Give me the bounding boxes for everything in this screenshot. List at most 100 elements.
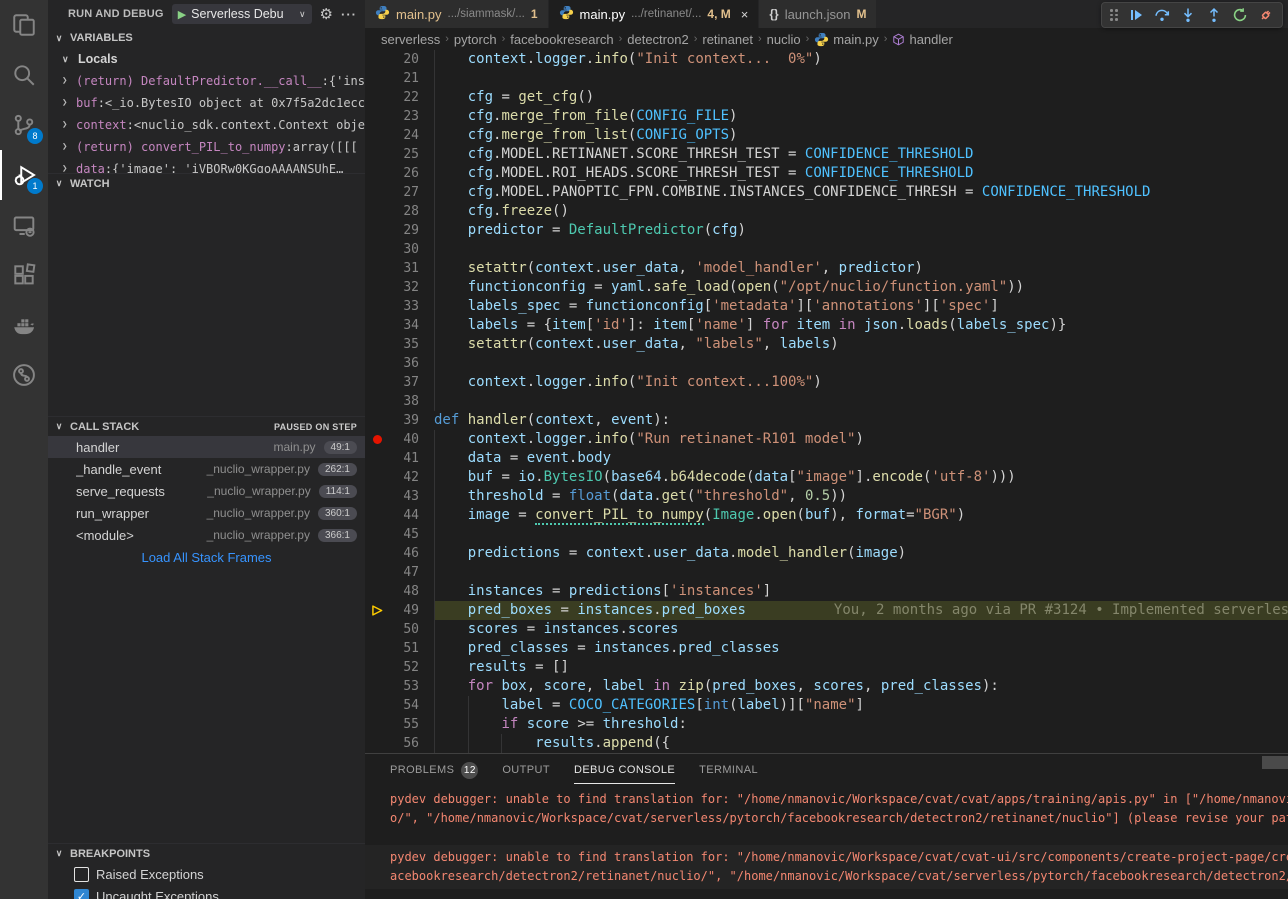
breakpoint-gutter[interactable] bbox=[365, 278, 389, 297]
variable-row-(return) convert_PIL_to_numpy[interactable]: ❯(return) convert_PIL_to_numpy: array([[… bbox=[48, 136, 365, 158]
current-line-arrow-icon[interactable] bbox=[365, 601, 389, 620]
stack-frame-_handle_event[interactable]: _handle_event_nuclio_wrapper.py262:1 bbox=[48, 458, 365, 480]
breakpoint-gutter[interactable] bbox=[365, 582, 389, 601]
breadcrumb-item-nuclio[interactable]: nuclio bbox=[767, 32, 801, 47]
breakpoint-icon[interactable] bbox=[365, 430, 389, 449]
breakpoint-gutter[interactable] bbox=[365, 316, 389, 335]
breakpoint-gutter[interactable] bbox=[365, 696, 389, 715]
chevron-right-icon[interactable]: ❯ bbox=[62, 142, 76, 152]
start-debug-icon[interactable]: ▶ bbox=[178, 8, 186, 21]
code-line-51[interactable]: 51pred_classes = instances.pred_classes bbox=[365, 639, 1288, 658]
code-line-48[interactable]: 48instances = predictions['instances'] bbox=[365, 582, 1288, 601]
breakpoint-gutter[interactable] bbox=[365, 164, 389, 183]
breakpoint-gutter[interactable] bbox=[365, 335, 389, 354]
breadcrumb-item-handler[interactable]: handler bbox=[892, 32, 952, 47]
code-line-20[interactable]: 20context.logger.info("Init context... 0… bbox=[365, 50, 1288, 69]
remote-explorer-icon[interactable] bbox=[0, 200, 48, 250]
breakpoint-gutter[interactable] bbox=[365, 354, 389, 373]
watch-header[interactable]: ∨ WATCH bbox=[48, 173, 365, 193]
breakpoint-gutter[interactable] bbox=[365, 50, 389, 69]
code-line-55[interactable]: 55if score >= threshold: bbox=[365, 715, 1288, 734]
step-into-button[interactable] bbox=[1176, 4, 1200, 26]
variable-row-(return) DefaultPredictor.__call__[interactable]: ❯(return) DefaultPredictor.__call__: {'i… bbox=[48, 70, 365, 92]
breadcrumb-item-pytorch[interactable]: pytorch bbox=[454, 32, 497, 47]
breakpoint-gutter[interactable] bbox=[365, 411, 389, 430]
toolbar-drag-handle[interactable] bbox=[1110, 9, 1118, 21]
stack-frame-handler[interactable]: handlermain.py49:1 bbox=[48, 436, 365, 458]
variable-row-buf[interactable]: ❯buf: <_io.BytesIO object at 0x7f5a2dc1e… bbox=[48, 92, 365, 114]
step-over-button[interactable] bbox=[1150, 4, 1174, 26]
code-line-22[interactable]: 22cfg = get_cfg() bbox=[365, 88, 1288, 107]
breakpoint-gutter[interactable] bbox=[365, 392, 389, 411]
panel-tab-debug-console[interactable]: DEBUG CONSOLE bbox=[574, 754, 675, 784]
code-line-56[interactable]: 56results.append({ bbox=[365, 734, 1288, 753]
code-line-54[interactable]: 54label = COCO_CATEGORIES[int(label)]["n… bbox=[365, 696, 1288, 715]
chevron-right-icon[interactable]: ❯ bbox=[62, 120, 76, 130]
code-line-30[interactable]: 30 bbox=[365, 240, 1288, 259]
code-line-23[interactable]: 23cfg.merge_from_file(CONFIG_FILE) bbox=[365, 107, 1288, 126]
code-line-42[interactable]: 42buf = io.BytesIO(base64.b64decode(data… bbox=[365, 468, 1288, 487]
docker-icon[interactable] bbox=[0, 300, 48, 350]
call-stack-header[interactable]: ∨ CALL STACK PAUSED ON STEP bbox=[48, 416, 365, 436]
code-line-36[interactable]: 36 bbox=[365, 354, 1288, 373]
breakpoint-gutter[interactable] bbox=[365, 658, 389, 677]
stack-frame-run_wrapper[interactable]: run_wrapper_nuclio_wrapper.py360:1 bbox=[48, 502, 365, 524]
editor-tab-main.py.../siammask/...[interactable]: main.py.../siammask/...1 bbox=[365, 0, 549, 28]
breadcrumb-item-retinanet[interactable]: retinanet bbox=[702, 32, 753, 47]
editor-tab-launch.json[interactable]: {}launch.jsonM bbox=[759, 0, 877, 28]
breakpoint-gutter[interactable] bbox=[365, 259, 389, 278]
code-line-37[interactable]: 37context.logger.info("Init context...10… bbox=[365, 373, 1288, 392]
code-line-24[interactable]: 24cfg.merge_from_list(CONFIG_OPTS) bbox=[365, 126, 1288, 145]
debug-config-dropdown[interactable]: ▶ Serverless Debu ∨ bbox=[172, 4, 312, 24]
breakpoint-option-Uncaught Exceptions[interactable]: ✓Uncaught Exceptions bbox=[48, 885, 365, 899]
breadcrumb-item-serverless[interactable]: serverless bbox=[381, 32, 440, 47]
breakpoint-gutter[interactable] bbox=[365, 487, 389, 506]
code-line-32[interactable]: 32functionconfig = yaml.safe_load(open("… bbox=[365, 278, 1288, 297]
breakpoint-gutter[interactable] bbox=[365, 240, 389, 259]
code-line-26[interactable]: 26cfg.MODEL.ROI_HEADS.SCORE_THRESH_TEST … bbox=[365, 164, 1288, 183]
search-icon[interactable] bbox=[0, 50, 48, 100]
code-line-25[interactable]: 25cfg.MODEL.RETINANET.SCORE_THRESH_TEST … bbox=[365, 145, 1288, 164]
chevron-right-icon[interactable]: ❯ bbox=[62, 76, 76, 86]
code-line-31[interactable]: 31setattr(context.user_data, 'model_hand… bbox=[365, 259, 1288, 278]
code-line-46[interactable]: 46predictions = context.user_data.model_… bbox=[365, 544, 1288, 563]
breakpoint-gutter[interactable] bbox=[365, 202, 389, 221]
chevron-right-icon[interactable]: ❯ bbox=[62, 164, 76, 173]
run-and-debug-icon[interactable]: 1 bbox=[0, 150, 48, 200]
breakpoints-header[interactable]: ∨ BREAKPOINTS bbox=[48, 843, 365, 863]
code-line-52[interactable]: 52results = [] bbox=[365, 658, 1288, 677]
gear-icon[interactable]: ⚙ bbox=[320, 7, 333, 22]
disconnect-button[interactable] bbox=[1254, 4, 1278, 26]
git-graph-icon[interactable] bbox=[0, 350, 48, 400]
code-line-41[interactable]: 41data = event.body bbox=[365, 449, 1288, 468]
more-actions-icon[interactable]: ··· bbox=[341, 8, 357, 21]
restart-button[interactable] bbox=[1228, 4, 1252, 26]
breakpoint-gutter[interactable] bbox=[365, 620, 389, 639]
breakpoint-gutter[interactable] bbox=[365, 639, 389, 658]
breakpoint-gutter[interactable] bbox=[365, 183, 389, 202]
chevron-right-icon[interactable]: ❯ bbox=[62, 98, 76, 108]
breakpoint-gutter[interactable] bbox=[365, 715, 389, 734]
code-line-38[interactable]: 38 bbox=[365, 392, 1288, 411]
stack-frame-serve_requests[interactable]: serve_requests_nuclio_wrapper.py114:1 bbox=[48, 480, 365, 502]
code-line-33[interactable]: 33labels_spec = functionconfig['metadata… bbox=[365, 297, 1288, 316]
breakpoint-gutter[interactable] bbox=[365, 69, 389, 88]
variables-header[interactable]: ∨ VARIABLES bbox=[48, 28, 365, 48]
editor-tab-main.py.../retinanet/...[interactable]: main.py.../retinanet/...4, M× bbox=[549, 0, 760, 28]
variable-row-context[interactable]: ❯context: <nuclio_sdk.context.Context ob… bbox=[48, 114, 365, 136]
breakpoint-gutter[interactable] bbox=[365, 525, 389, 544]
panel-tab-terminal[interactable]: TERMINAL bbox=[699, 754, 758, 784]
load-all-stack-frames-link[interactable]: Load All Stack Frames bbox=[48, 546, 365, 568]
code-editor[interactable]: 20context.logger.info("Init context... 0… bbox=[365, 50, 1288, 753]
breakpoint-gutter[interactable] bbox=[365, 126, 389, 145]
code-line-21[interactable]: 21 bbox=[365, 69, 1288, 88]
code-line-34[interactable]: 34labels = {item['id']: item['name'] for… bbox=[365, 316, 1288, 335]
breakpoint-gutter[interactable] bbox=[365, 145, 389, 164]
code-line-44[interactable]: 44image = convert_PIL_to_numpy(Image.ope… bbox=[365, 506, 1288, 525]
panel-scrollbar[interactable] bbox=[1262, 756, 1288, 769]
breakpoint-gutter[interactable] bbox=[365, 468, 389, 487]
explorer-icon[interactable] bbox=[0, 0, 48, 50]
breakpoint-gutter[interactable] bbox=[365, 734, 389, 753]
breakpoint-gutter[interactable] bbox=[365, 677, 389, 696]
code-line-27[interactable]: 27cfg.MODEL.PANOPTIC_FPN.COMBINE.INSTANC… bbox=[365, 183, 1288, 202]
